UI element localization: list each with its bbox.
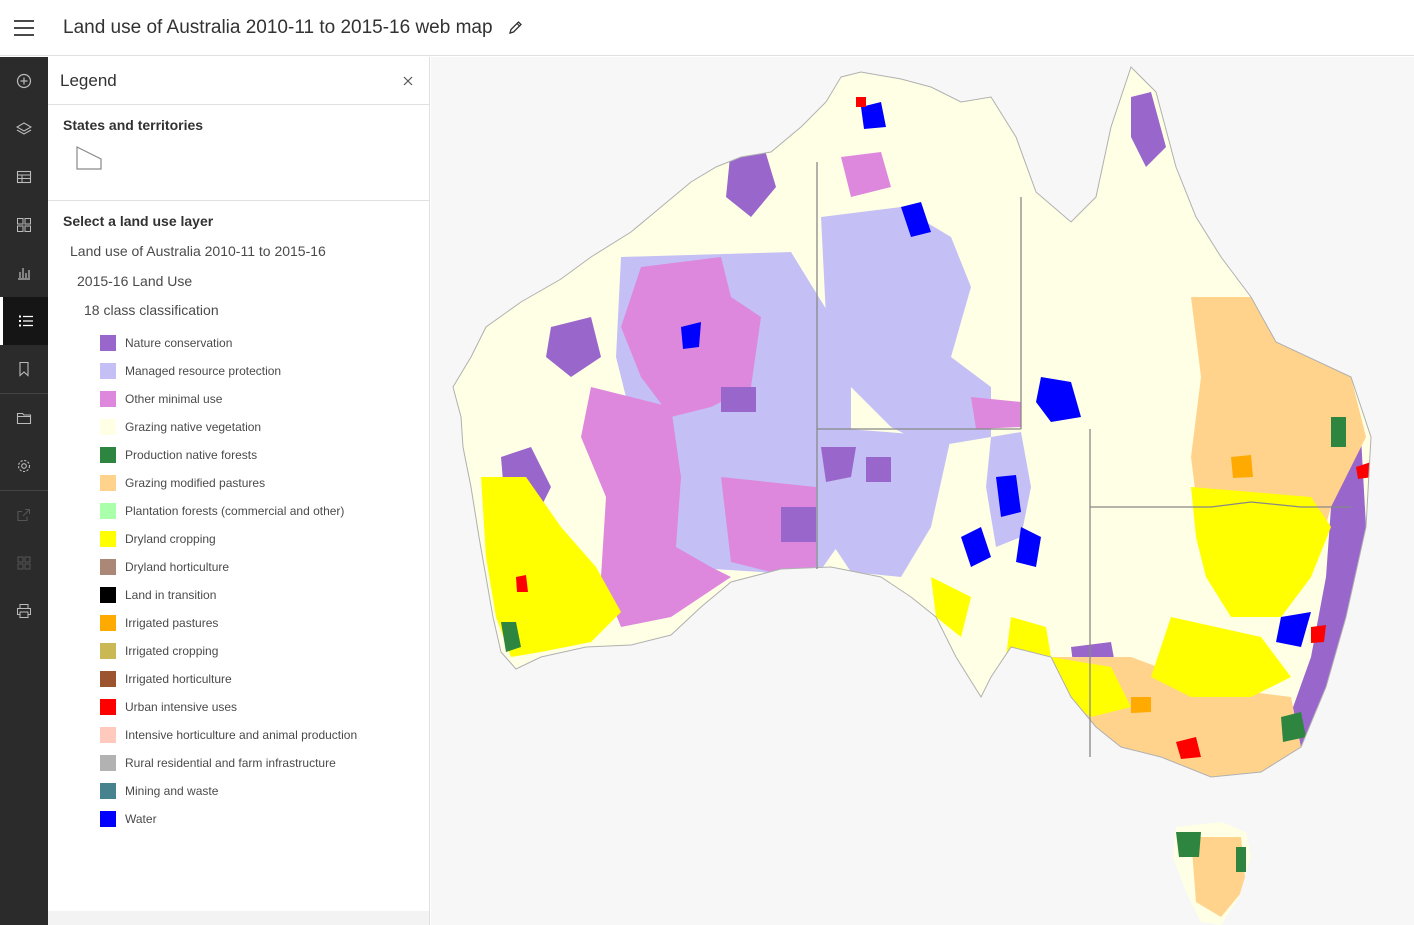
land-use-section: Select a land use layer Land use of Aust… — [48, 201, 429, 833]
legend-item-label: Dryland horticulture — [125, 560, 230, 574]
legend-item-label: Nature conservation — [125, 336, 233, 350]
legend-item-label: Mining and waste — [125, 784, 219, 798]
legend-item: Urban intensive uses — [100, 693, 414, 721]
legend-item-label: Grazing native vegetation — [125, 420, 262, 434]
legend-item: Dryland cropping — [100, 525, 414, 553]
legend-swatch — [100, 811, 116, 827]
classification-name[interactable]: 18 class classification — [84, 302, 414, 318]
legend-swatch — [100, 475, 116, 491]
layer-name[interactable]: 2015-16 Land Use — [77, 273, 414, 289]
legend-item: Dryland horticulture — [100, 553, 414, 581]
map-title: Land use of Australia 2010-11 to 2015-16… — [63, 16, 493, 38]
australia-land-use-map[interactable] — [431, 57, 1414, 925]
print-icon[interactable] — [0, 587, 48, 635]
states-section: States and territories — [48, 105, 429, 201]
menu-icon[interactable] — [0, 0, 48, 56]
legend-item-label: Irrigated horticulture — [125, 672, 232, 686]
legend-header: Legend — [48, 57, 429, 105]
legend-swatch — [100, 755, 116, 771]
legend-item-label: Irrigated pastures — [125, 616, 219, 630]
legend-item-label: Water — [125, 812, 157, 826]
layer-group-name[interactable]: Land use of Australia 2010-11 to 2015-16 — [70, 243, 414, 259]
legend-swatch — [100, 531, 116, 547]
legend-item: Grazing native vegetation — [100, 413, 414, 441]
legend-item: Production native forests — [100, 441, 414, 469]
polygon-symbol-icon — [76, 146, 102, 170]
legend-item: Mining and waste — [100, 777, 414, 805]
legend-swatch — [100, 419, 116, 435]
legend-item-label: Grazing modified pastures — [125, 476, 266, 490]
folder-icon[interactable] — [0, 394, 48, 442]
legend-item: Irrigated cropping — [100, 637, 414, 665]
panel-footer — [48, 911, 429, 925]
legend-panel: Legend States and territories Select a l… — [48, 57, 430, 925]
legend-swatch — [100, 643, 116, 659]
add-icon[interactable] — [0, 57, 48, 105]
legend-item: Plantation forests (commercial and other… — [100, 497, 414, 525]
legend-item: Irrigated pastures — [100, 609, 414, 637]
close-icon[interactable] — [401, 74, 415, 88]
bookmark-icon[interactable] — [0, 345, 48, 393]
legend-item: Water — [100, 805, 414, 833]
gear-icon[interactable] — [0, 442, 48, 490]
layers-icon[interactable] — [0, 105, 48, 153]
grid-icon — [0, 539, 48, 587]
states-title: States and territories — [63, 117, 204, 133]
legend-item-label: Production native forests — [125, 448, 258, 462]
legend-swatch — [100, 783, 116, 799]
legend-item-label: Rural residential and farm infrastructur… — [125, 756, 336, 770]
legend-title: Legend — [60, 70, 117, 90]
table-icon[interactable] — [0, 153, 48, 201]
action-bar — [0, 57, 48, 925]
map-view[interactable] — [431, 57, 1414, 925]
legend-class-list: Nature conservation Managed resource prot… — [100, 329, 414, 833]
pencil-icon[interactable] — [507, 20, 523, 36]
legend-item: Grazing modified pastures — [100, 469, 414, 497]
chart-icon[interactable] — [0, 249, 48, 297]
legend-swatch — [100, 559, 116, 575]
legend-item-label: Urban intensive uses — [125, 700, 238, 714]
legend-swatch — [100, 335, 116, 351]
legend-item-label: Managed resource protection — [125, 364, 282, 378]
legend-swatch — [100, 447, 116, 463]
legend-swatch — [100, 503, 116, 519]
app-header: Land use of Australia 2010-11 to 2015-16… — [0, 0, 1414, 56]
legend-swatch — [100, 587, 116, 603]
legend-swatch — [100, 671, 116, 687]
legend-swatch — [100, 391, 116, 407]
legend-item-label: Intensive horticulture and animal produc… — [125, 728, 358, 742]
legend-swatch — [100, 727, 116, 743]
legend-swatch — [100, 699, 116, 715]
basemap-icon[interactable] — [0, 201, 48, 249]
land-use-raster — [453, 67, 1371, 925]
legend-swatch — [100, 363, 116, 379]
legend-item: Managed resource protection — [100, 357, 414, 385]
legend-item-label: Other minimal use — [125, 392, 223, 406]
legend-item-label: Land in transition — [125, 588, 217, 602]
legend-item: Rural residential and farm infrastructur… — [100, 749, 414, 777]
share-icon — [0, 491, 48, 539]
legend-item: Irrigated horticulture — [100, 665, 414, 693]
legend-item-label: Irrigated cropping — [125, 644, 219, 658]
legend-swatch — [100, 615, 116, 631]
legend-item: Land in transition — [100, 581, 414, 609]
legend-item-label: Dryland cropping — [125, 532, 216, 546]
legend-item: Intensive horticulture and animal produc… — [100, 721, 414, 749]
legend-item: Nature conservation — [100, 329, 414, 357]
legend-item: Other minimal use — [100, 385, 414, 413]
select-layer-title: Select a land use layer — [63, 213, 214, 229]
legend-icon[interactable] — [0, 297, 48, 345]
legend-item-label: Plantation forests (commercial and other… — [125, 504, 345, 518]
